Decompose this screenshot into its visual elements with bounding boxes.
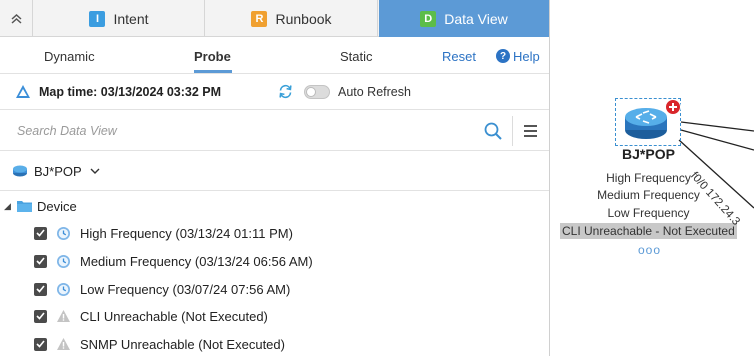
search-bar — [0, 111, 549, 151]
help-label: Help — [513, 48, 540, 64]
checkmark-icon — [36, 312, 45, 320]
data-view-icon: D — [420, 10, 437, 27]
tab-intent[interactable]: I Intent — [34, 0, 205, 37]
map-time-icon — [16, 85, 30, 98]
checkmark-icon — [36, 229, 45, 237]
auto-refresh-toggle[interactable] — [304, 85, 330, 99]
collapse-button[interactable] — [0, 0, 33, 37]
tree-item-cli-unreachable[interactable]: CLI Unreachable (Not Executed) — [34, 306, 268, 326]
more-labels-indicator[interactable]: ooo — [638, 243, 661, 257]
checkbox[interactable] — [34, 337, 47, 351]
tree-item-label: CLI Unreachable (Not Executed) — [80, 308, 268, 324]
tree-item-snmp-unreachable[interactable]: SNMP Unreachable (Not Executed) — [34, 334, 285, 354]
checkmark-icon — [36, 257, 45, 265]
tree-item-label: Low Frequency (03/07/24 07:56 AM) — [80, 281, 291, 297]
toggle-knob — [306, 87, 316, 97]
caret-down-icon[interactable]: ◢ — [4, 201, 12, 212]
map-selector[interactable]: BJ*POP — [12, 160, 100, 182]
menu-bar — [524, 130, 537, 132]
double-chevron-up-icon — [11, 13, 21, 24]
search-icon[interactable] — [484, 122, 502, 140]
map-canvas[interactable]: BJ*POP High Frequency Medium Frequency L… — [551, 0, 754, 356]
checkmark-icon — [36, 285, 45, 293]
tree-item-low-frequency[interactable]: Low Frequency (03/07/24 07:56 AM) — [34, 279, 290, 299]
data-view-panel: I Intent R Runbook D Data View Dynamic P… — [0, 0, 550, 356]
tab-runbook[interactable]: R Runbook — [206, 0, 378, 37]
subtab-static[interactable]: Static — [340, 38, 373, 74]
map-selector-value: BJ*POP — [34, 163, 82, 179]
runbook-icon: R — [251, 10, 268, 27]
checkbox[interactable] — [34, 282, 47, 296]
router-icon[interactable] — [623, 104, 669, 142]
folder-icon — [17, 201, 32, 212]
search-divider — [512, 116, 513, 146]
warning-icon — [56, 337, 71, 352]
checkmark-icon — [36, 340, 45, 348]
tree-item-label: High Frequency (03/13/24 01:11 PM) — [80, 225, 293, 241]
checkbox[interactable] — [34, 309, 47, 323]
menu-bar — [524, 125, 537, 127]
tab-data-view[interactable]: D Data View — [379, 0, 549, 37]
help-link[interactable]: ? Help — [496, 38, 540, 74]
menu-bar — [524, 135, 537, 137]
refresh-icon[interactable] — [277, 83, 294, 100]
reset-link[interactable]: Reset — [442, 38, 476, 74]
tree-item-medium-frequency[interactable]: Medium Frequency (03/13/24 06:56 AM) — [34, 251, 313, 271]
tab-runbook-label: Runbook — [275, 10, 332, 27]
device-name: BJ*POP — [622, 146, 675, 162]
map-time-bar: Map time: 03/13/2024 03:32 PM Auto Refre… — [0, 74, 549, 110]
checkbox[interactable] — [34, 226, 47, 240]
clock-icon — [56, 254, 71, 269]
tree-item-label: Medium Frequency (03/13/24 06:56 AM) — [80, 253, 313, 269]
tree-item-label: SNMP Unreachable (Not Executed) — [80, 336, 285, 352]
tree-item-high-frequency[interactable]: High Frequency (03/13/24 01:11 PM) — [34, 223, 293, 243]
menu-icon[interactable] — [524, 125, 537, 140]
sub-tab-bar: Dynamic Probe Static Reset ? Help — [0, 38, 549, 74]
active-subtab-indicator — [194, 70, 232, 73]
device-data-label: High Frequency — [606, 171, 691, 185]
search-input[interactable] — [8, 116, 508, 146]
highlighted-data-label: CLI Unreachable - Not Executed — [560, 223, 737, 239]
clock-icon — [56, 282, 71, 297]
auto-refresh-label: Auto Refresh — [338, 85, 411, 99]
tree-root-label: Device — [37, 198, 77, 214]
warning-icon — [56, 309, 71, 324]
tree-node-device[interactable]: ◢ Device — [4, 196, 77, 216]
subtab-dynamic[interactable]: Dynamic — [44, 38, 95, 74]
intent-icon: I — [89, 10, 106, 27]
subtab-probe[interactable]: Probe — [194, 38, 231, 74]
tab-data-view-label: Data View — [444, 10, 508, 27]
tab-bar: I Intent R Runbook D Data View — [0, 0, 549, 37]
map-time-text: Map time: 03/13/2024 03:32 PM — [39, 85, 222, 99]
section-divider — [0, 190, 549, 191]
clock-icon — [56, 226, 71, 241]
add-icon[interactable] — [665, 99, 681, 115]
chevron-down-icon — [90, 168, 100, 174]
help-icon: ? — [496, 49, 510, 63]
router-icon — [13, 165, 27, 177]
tab-intent-label: Intent — [113, 10, 149, 27]
checkbox[interactable] — [34, 254, 47, 268]
